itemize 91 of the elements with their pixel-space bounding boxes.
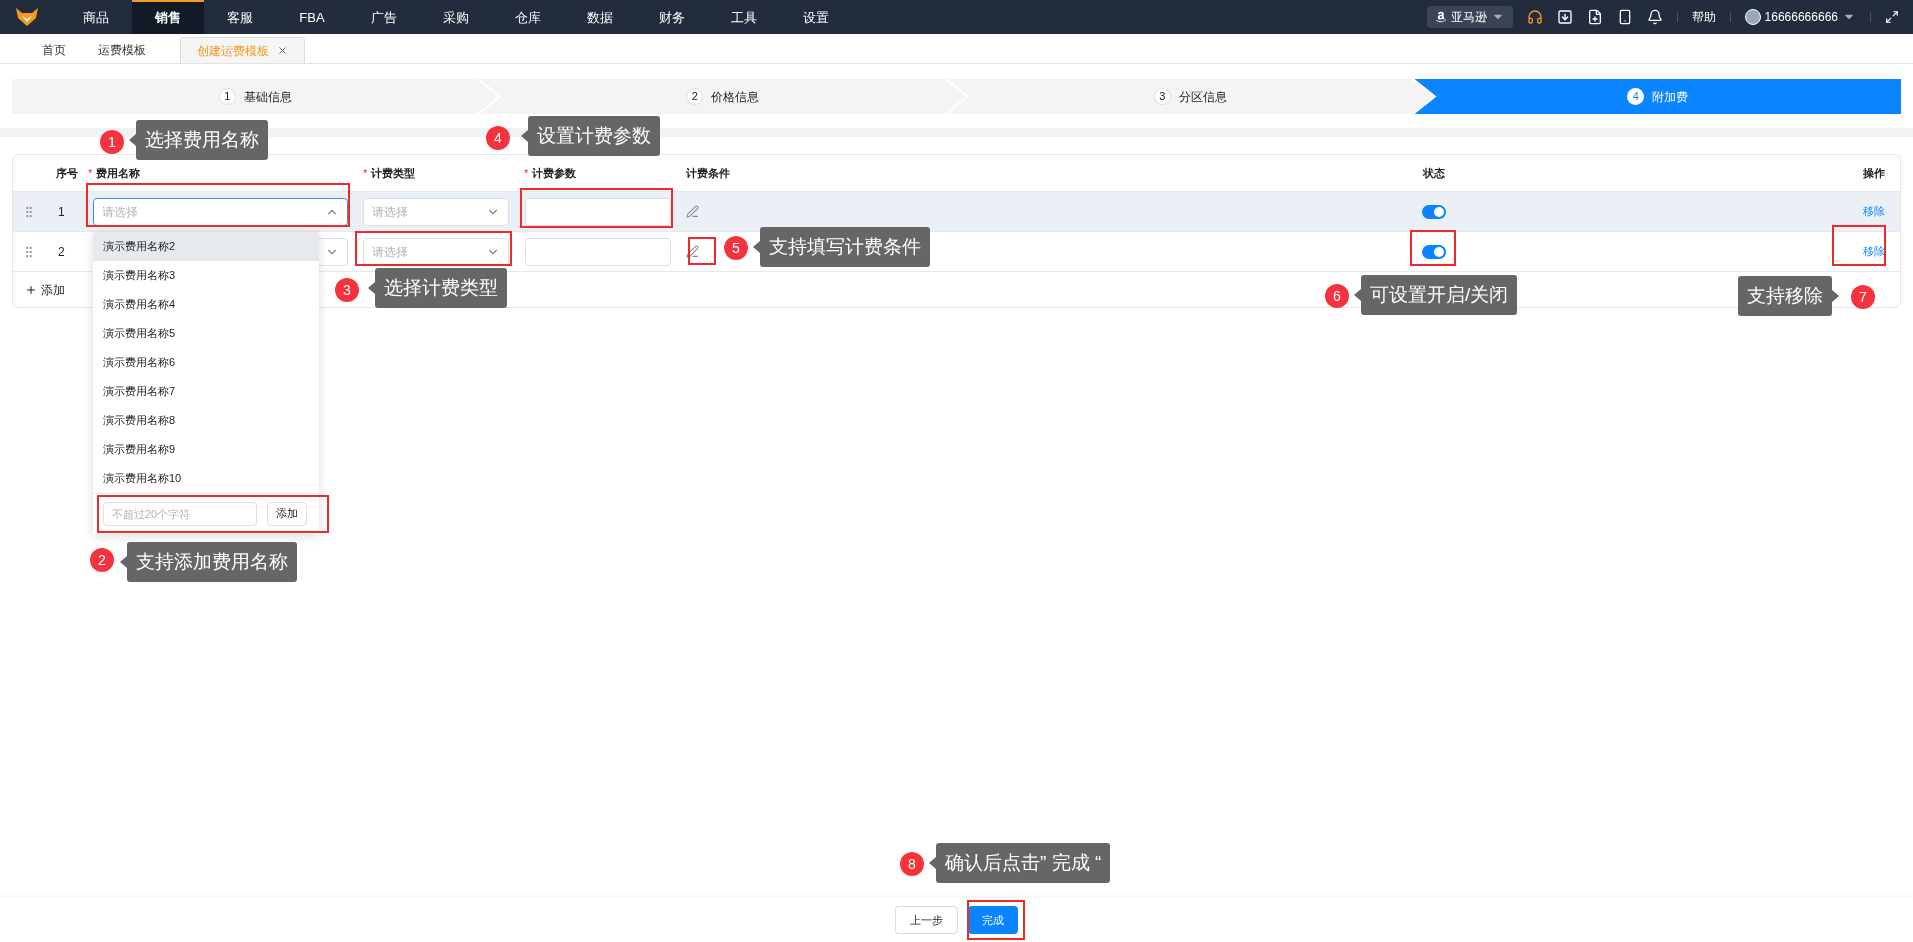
column-header: * 计费参数 xyxy=(523,165,578,181)
callout-pointer xyxy=(753,241,760,253)
column-header: 计费条件 xyxy=(685,165,731,181)
callout-label: 选择费用名称 xyxy=(136,120,268,160)
column-header: 操作 xyxy=(1862,165,1886,181)
previous-button[interactable]: 上一步 xyxy=(895,906,958,934)
step: 2 价格信息 xyxy=(479,79,966,114)
dropdown-option[interactable]: 演示费用名称2 xyxy=(93,231,319,261)
page-tab[interactable]: 运费模板 xyxy=(82,37,162,63)
callout-label: 设置计费参数 xyxy=(528,116,660,156)
number-badge: 2 xyxy=(90,548,114,572)
fullscreen-icon[interactable] xyxy=(1885,10,1899,24)
add-row-button[interactable]: 添加 xyxy=(25,280,65,299)
callout-label: 可设置开启/关闭 xyxy=(1361,275,1518,315)
remove-link[interactable]: 移除 xyxy=(1863,243,1885,260)
toggle-switch[interactable] xyxy=(1421,244,1446,259)
dropdown-option[interactable]: 演示费用名称4 xyxy=(93,289,319,319)
number-badge: 6 xyxy=(1325,284,1349,308)
account-menu[interactable]: 16666666666 xyxy=(1744,8,1856,26)
highlight-frame xyxy=(967,900,1025,940)
nav-tab[interactable]: 财务 xyxy=(636,0,708,34)
new-name-input[interactable]: 不超过20个字符 xyxy=(103,501,257,526)
step-number: 2 xyxy=(686,88,704,105)
callout-label: 支持移除 xyxy=(1738,276,1832,316)
nav-tab[interactable]: 采购 xyxy=(420,0,492,34)
nav-tab[interactable]: 广告 xyxy=(348,0,420,34)
bell-icon[interactable] xyxy=(1646,9,1663,25)
column-header: 状态 xyxy=(1421,165,1446,181)
step: 1 基础信息 xyxy=(12,79,499,114)
callout-label: 确认后点击” 完成 “ xyxy=(936,843,1111,883)
edit-icon[interactable] xyxy=(686,245,699,258)
nav-tab[interactable]: 工具 xyxy=(708,0,780,34)
finish-button[interactable]: 完成 xyxy=(968,906,1018,934)
dropdown-option[interactable]: 演示费用名称9 xyxy=(93,434,319,464)
dropdown-option[interactable]: 演示费用名称3 xyxy=(93,260,319,290)
callout-pointer xyxy=(929,857,936,869)
column-header: * 计费类型 xyxy=(362,165,417,181)
close-icon[interactable] xyxy=(277,45,288,56)
plus-icon xyxy=(25,283,37,296)
highlight-frame xyxy=(688,237,716,265)
download-icon[interactable] xyxy=(1556,9,1573,25)
nav-tab[interactable]: 商品 xyxy=(60,0,132,34)
number-badge: 8 xyxy=(900,852,924,876)
nav-tab[interactable]: 客服 xyxy=(204,0,276,34)
step: 3 分区信息 xyxy=(947,79,1434,114)
row-number: 1 xyxy=(57,203,66,221)
callout-pointer xyxy=(120,556,127,568)
column-header: * 费用名称 xyxy=(87,165,142,181)
step: 4 附加费 xyxy=(1414,79,1901,114)
page-tab[interactable]: 首页 xyxy=(26,37,82,63)
callout-label: 支持填写计费条件 xyxy=(760,227,930,267)
callout-pointer xyxy=(1832,290,1839,302)
callout-pointer xyxy=(129,134,136,146)
nav-tab[interactable]: 数据 xyxy=(564,0,636,34)
number-badge: 3 xyxy=(335,278,359,302)
nav-tab[interactable]: 设置 xyxy=(780,0,852,34)
fox-logo-icon xyxy=(14,7,40,27)
nav-tab[interactable]: 仓库 xyxy=(492,0,564,34)
add-name-button[interactable]: 添加 xyxy=(267,501,307,526)
headset-icon[interactable] xyxy=(1526,9,1543,25)
avatar xyxy=(1744,9,1761,25)
dropdown-option[interactable]: 演示费用名称8 xyxy=(93,405,319,435)
dropdown-option[interactable]: 演示费用名称10 xyxy=(93,463,319,493)
callout-pointer xyxy=(1354,289,1361,301)
number-badge: 4 xyxy=(486,126,510,150)
row-number: 2 xyxy=(57,243,66,261)
dropdown-option[interactable]: 演示费用名称6 xyxy=(93,347,319,377)
nav-tab[interactable]: FBA xyxy=(276,0,348,34)
amazon-icon xyxy=(1434,11,1447,23)
number-badge: 1 xyxy=(100,130,124,154)
callout-pointer xyxy=(368,282,375,294)
nav-tab[interactable]: 销售 xyxy=(132,0,204,34)
param-input[interactable] xyxy=(525,237,671,266)
dropdown-option[interactable]: 演示费用名称5 xyxy=(93,318,319,348)
step-number: 3 xyxy=(1153,88,1171,105)
marketplace-select[interactable]: 亚马逊 xyxy=(1426,6,1513,28)
highlight-frame xyxy=(1410,230,1456,266)
step-number: 4 xyxy=(1627,88,1645,105)
edit-icon[interactable] xyxy=(686,205,699,218)
callout-label: 支持添加费用名称 xyxy=(127,542,297,582)
file-plus-icon[interactable] xyxy=(1586,9,1603,25)
param-input[interactable] xyxy=(525,197,671,226)
dropdown-option[interactable]: 演示费用名称7 xyxy=(93,376,319,406)
highlight-frame xyxy=(1832,225,1886,266)
number-badge: 7 xyxy=(1851,285,1875,309)
callout-label: 选择计费类型 xyxy=(375,268,507,308)
callout-pointer xyxy=(521,130,528,142)
step-number: 1 xyxy=(218,88,236,105)
toggle-switch[interactable] xyxy=(1421,204,1446,219)
column-header: 序号 xyxy=(55,165,79,181)
help-link[interactable]: 帮助 xyxy=(1691,8,1716,26)
